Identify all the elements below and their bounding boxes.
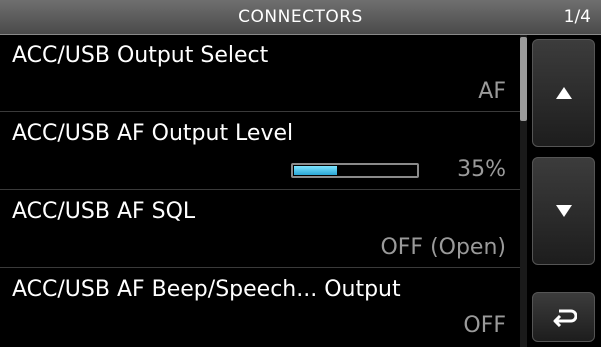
item-value: 35% [457,157,506,182]
scrollbar[interactable] [520,35,527,347]
list-item-af-beep-speech-output[interactable]: ACC/USB AF Beep/Speech... Output OFF [0,269,520,346]
connectors-screen: CONNECTORS 1/4 ACC/USB Output Select AF … [0,0,601,347]
item-value: OFF (Open) [380,235,506,260]
arrow-down-icon [555,205,572,217]
scrollbar-thumb[interactable] [520,37,527,121]
item-value: AF [478,79,506,104]
scroll-down-button[interactable] [532,157,595,265]
scroll-up-button[interactable] [532,39,595,147]
return-icon [553,309,577,327]
arrow-up-icon [555,87,572,99]
level-bar [291,163,419,178]
list-item-af-output-level[interactable]: ACC/USB AF Output Level 35% [0,113,520,190]
item-label: ACC/USB Output Select [12,43,269,68]
back-button[interactable] [532,292,595,342]
item-label: ACC/USB AF SQL [12,199,196,224]
item-label: ACC/USB AF Output Level [12,121,294,146]
page-title: CONNECTORS [238,7,363,27]
item-label: ACC/USB AF Beep/Speech... Output [12,277,401,302]
list-item-output-select[interactable]: ACC/USB Output Select AF [0,35,520,112]
page-indicator: 1/4 [563,7,591,27]
settings-list: ACC/USB Output Select AF ACC/USB AF Outp… [0,35,520,347]
item-value: OFF [463,313,506,338]
level-bar-fill [294,166,338,175]
list-item-af-sql[interactable]: ACC/USB AF SQL OFF (Open) [0,191,520,268]
title-bar: CONNECTORS 1/4 [0,0,601,35]
